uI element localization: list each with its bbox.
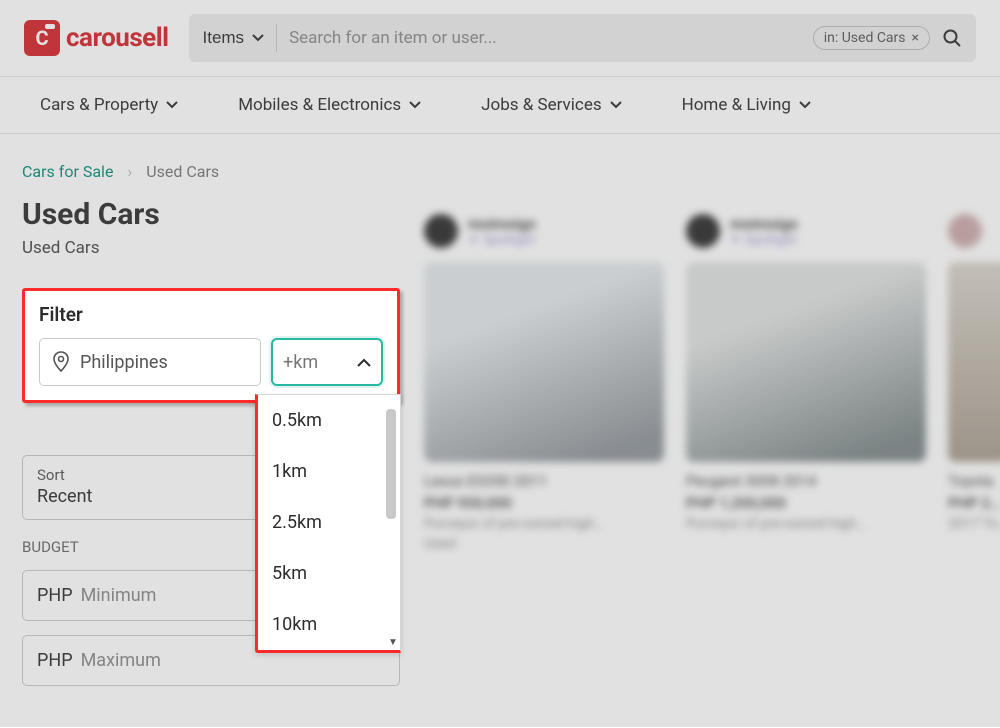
distance-label: +km — [283, 352, 318, 373]
nav-label: Jobs & Services — [481, 95, 601, 115]
scrollbar-thumb[interactable] — [386, 409, 396, 519]
location-value: Philippines — [80, 352, 168, 373]
listing-desc: 2017 To… — [948, 516, 1000, 532]
spotlight-badge: ✦ Spotlight — [468, 233, 536, 248]
listing-image — [686, 262, 926, 462]
chevron-down-icon — [166, 101, 178, 109]
nav-label: Mobiles & Electronics — [238, 95, 401, 115]
nav-item-cars[interactable]: Cars & Property — [40, 77, 178, 133]
listing-card[interactable]: moimoigo ✦ Spotlight Lexus ES350 2011 PH… — [424, 214, 664, 700]
listing-card[interactable]: Toyota PHP 2… 2017 To… — [948, 214, 1000, 700]
chip-label: in: Used Cars — [824, 30, 906, 46]
seller-name: moimoigo — [468, 215, 536, 233]
listing-title: Lexus ES350 2011 — [424, 472, 664, 490]
chevron-right-icon: › — [127, 162, 132, 181]
main-content: Cars for Sale › Used Cars Used Cars Used… — [0, 134, 1000, 728]
budget-min-placeholder: Minimum — [81, 585, 157, 606]
search-input[interactable]: Search for an item or user... — [289, 28, 801, 48]
location-field[interactable]: Philippines — [39, 338, 261, 386]
search-icon[interactable] — [942, 28, 962, 48]
header-bar: C carousell Items Search for an item or … — [0, 0, 1000, 76]
nav-item-mobiles[interactable]: Mobiles & Electronics — [238, 77, 421, 133]
breadcrumb-current: Used Cars — [146, 162, 219, 181]
avatar — [948, 214, 982, 248]
distance-option[interactable]: 2.5km — [258, 497, 400, 548]
page-subtitle: Used Cars — [22, 238, 400, 258]
breadcrumb: Cars for Sale › Used Cars — [22, 162, 400, 181]
listing-card[interactable]: moimoigo ✦ Spotlight Peugeot 3008 2014 P… — [686, 214, 926, 700]
chevron-down-icon — [252, 34, 264, 42]
scrollbar[interactable]: ▼ — [386, 397, 398, 648]
listing-price: PHP 950,000 — [424, 494, 664, 512]
category-nav: Cars & Property Mobiles & Electronics Jo… — [0, 76, 1000, 134]
logo[interactable]: C carousell — [24, 20, 169, 56]
spotlight-badge: ✦ Spotlight — [730, 233, 798, 248]
listing-price: PHP 2… — [948, 494, 1000, 512]
results-grid: moimoigo ✦ Spotlight Lexus ES350 2011 PH… — [424, 214, 1000, 700]
search-scope-chip[interactable]: in: Used Cars × — [813, 26, 930, 50]
search-bar: Items Search for an item or user... in: … — [189, 14, 977, 62]
distance-option[interactable]: 1km — [258, 446, 400, 497]
filter-title: Filter — [39, 303, 383, 326]
distance-option[interactable]: 0.5km — [258, 395, 400, 446]
distance-dropdown-menu: 0.5km 1km 2.5km 5km 10km ▼ — [255, 394, 401, 653]
listing-desc: Purveyor of pre-owned high… — [424, 516, 664, 532]
listing-price: PHP 1,200,000 — [686, 494, 926, 512]
chevron-down-icon — [799, 101, 811, 109]
nav-item-jobs[interactable]: Jobs & Services — [481, 77, 621, 133]
scroll-down-icon[interactable]: ▼ — [388, 637, 398, 648]
chevron-up-icon — [357, 358, 371, 367]
divider — [276, 24, 277, 52]
nav-label: Home & Living — [682, 95, 791, 115]
distance-dropdown[interactable]: +km — [271, 338, 383, 386]
chevron-down-icon — [409, 101, 421, 109]
listing-status: Used — [424, 536, 664, 552]
listing-image — [424, 262, 664, 462]
logo-text: carousell — [66, 23, 169, 53]
listing-title: Peugeot 3008 2014 — [686, 472, 926, 490]
page-title: Used Cars — [22, 197, 400, 232]
search-category-label: Items — [203, 28, 245, 48]
distance-option[interactable]: 10km — [258, 599, 400, 650]
listing-title: Toyota — [948, 472, 1000, 490]
budget-max-placeholder: Maximum — [81, 650, 161, 671]
logo-icon: C — [24, 20, 60, 56]
breadcrumb-root-link[interactable]: Cars for Sale — [22, 162, 113, 181]
distance-option[interactable]: 5km — [258, 548, 400, 599]
seller-name: moimoigo — [730, 215, 798, 233]
listing-image — [948, 262, 1000, 462]
pin-icon — [52, 351, 70, 373]
listing-desc: Purveyor of pre-owned high… — [686, 516, 926, 532]
currency-label: PHP — [37, 585, 73, 606]
close-icon[interactable]: × — [912, 30, 919, 46]
avatar — [424, 214, 458, 248]
nav-label: Cars & Property — [40, 95, 158, 115]
avatar — [686, 214, 720, 248]
search-category-dropdown[interactable]: Items — [203, 28, 265, 48]
currency-label: PHP — [37, 650, 73, 671]
chevron-down-icon — [610, 101, 622, 109]
filter-panel: Filter Philippines +km — [22, 288, 400, 403]
nav-item-home[interactable]: Home & Living — [682, 77, 811, 133]
